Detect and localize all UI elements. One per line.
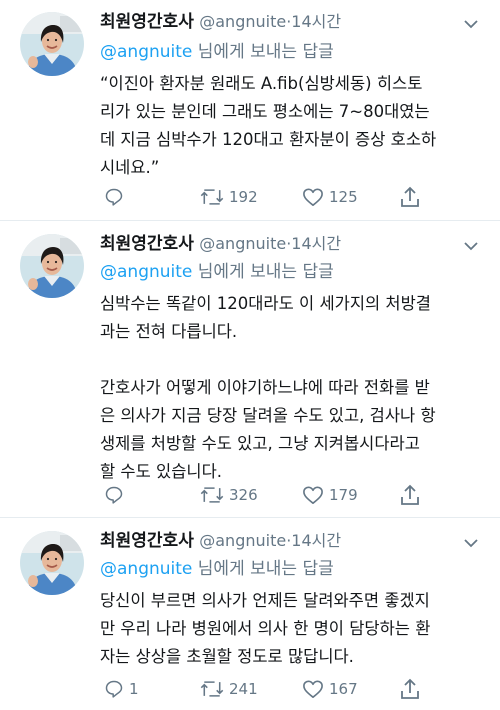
- chevron-down-icon[interactable]: [464, 19, 478, 29]
- tweet-header: 최원영간호사 @angnuite·14시간: [100, 10, 460, 34]
- action-bar: 1 241 167: [100, 677, 480, 701]
- reply-icon: [105, 486, 123, 504]
- tweet-2[interactable]: 최원영간호사 @angnuite·14시간 @angnuite 님에게 보내는 …: [0, 222, 500, 518]
- author-name[interactable]: 최원영간호사: [100, 531, 194, 551]
- share-button[interactable]: [400, 677, 420, 701]
- reply-button[interactable]: [104, 483, 129, 507]
- avatar[interactable]: [20, 12, 84, 76]
- share-icon: [401, 186, 419, 207]
- retweet-icon: [200, 189, 224, 205]
- action-bar: 192 125: [100, 185, 480, 209]
- like-count: 125: [329, 188, 358, 206]
- timestamp[interactable]: 14시간: [291, 12, 341, 31]
- reply-suffix: 님에게 보내는 답글: [192, 42, 334, 62]
- tweet-1[interactable]: 최원영간호사 @angnuite·14시간 @angnuite 님에게 보내는 …: [0, 0, 500, 221]
- reply-context: @angnuite 님에게 보내는 답글: [100, 40, 334, 64]
- reply-icon: [105, 188, 123, 206]
- reply-handle-link[interactable]: @angnuite: [100, 559, 192, 579]
- reply-icon: [105, 680, 123, 698]
- like-button[interactable]: 179: [302, 483, 358, 507]
- action-bar: 326 179: [100, 483, 480, 507]
- retweet-button[interactable]: 192: [200, 185, 258, 209]
- reply-handle-link[interactable]: @angnuite: [100, 262, 192, 282]
- heart-icon: [303, 486, 323, 504]
- author-handle[interactable]: @angnuite: [199, 234, 286, 253]
- reply-handle-link[interactable]: @angnuite: [100, 42, 192, 62]
- reply-context: @angnuite 님에게 보내는 답글: [100, 557, 334, 581]
- avatar[interactable]: [20, 234, 84, 298]
- reply-suffix: 님에게 보내는 답글: [192, 559, 334, 579]
- reply-count: 1: [129, 680, 139, 698]
- reply-button[interactable]: 1: [104, 677, 139, 701]
- timestamp[interactable]: 14시간: [291, 234, 341, 253]
- retweet-count: 192: [229, 188, 258, 206]
- avatar[interactable]: [20, 531, 84, 595]
- tweet-header: 최원영간호사 @angnuite·14시간: [100, 232, 460, 256]
- share-button[interactable]: [400, 483, 420, 507]
- like-count: 179: [329, 486, 358, 504]
- retweet-count: 326: [229, 486, 258, 504]
- heart-icon: [303, 680, 323, 698]
- author-handle[interactable]: @angnuite: [199, 12, 286, 31]
- like-button[interactable]: 125: [302, 185, 358, 209]
- author-name[interactable]: 최원영간호사: [100, 12, 194, 32]
- tweet-text: “이진아 환자분 원래도 A.fib(심방세동) 히스토 리가 있는 분인데 그…: [100, 74, 437, 177]
- chevron-down-icon[interactable]: [464, 241, 478, 251]
- heart-icon: [303, 188, 323, 206]
- retweet-button[interactable]: 241: [200, 677, 258, 701]
- timestamp[interactable]: 14시간: [291, 531, 341, 550]
- chevron-down-icon[interactable]: [464, 538, 478, 548]
- author-name[interactable]: 최원영간호사: [100, 234, 194, 254]
- retweet-count: 241: [229, 680, 258, 698]
- tweet-text: 심박수는 똑같이 120대라도 이 세가지의 처방결 과는 전혀 다릅니다. 간…: [100, 294, 436, 481]
- share-icon: [401, 678, 419, 699]
- share-button[interactable]: [400, 185, 420, 209]
- like-button[interactable]: 167: [302, 677, 358, 701]
- retweet-icon: [200, 681, 224, 697]
- reply-suffix: 님에게 보내는 답글: [192, 262, 334, 282]
- retweet-icon: [200, 487, 224, 503]
- tweet-3[interactable]: 최원영간호사 @angnuite·14시간 @angnuite 님에게 보내는 …: [0, 519, 500, 710]
- reply-context: @angnuite 님에게 보내는 답글: [100, 260, 334, 284]
- share-icon: [401, 484, 419, 505]
- retweet-button[interactable]: 326: [200, 483, 258, 507]
- tweet-text: 당신이 부르면 의사가 언제든 달려와주면 좋겠지 만 우리 나라 병원에서 의…: [100, 591, 431, 666]
- tweet-header: 최원영간호사 @angnuite·14시간: [100, 529, 460, 553]
- reply-button[interactable]: [104, 185, 129, 209]
- like-count: 167: [329, 680, 358, 698]
- author-handle[interactable]: @angnuite: [199, 531, 286, 550]
